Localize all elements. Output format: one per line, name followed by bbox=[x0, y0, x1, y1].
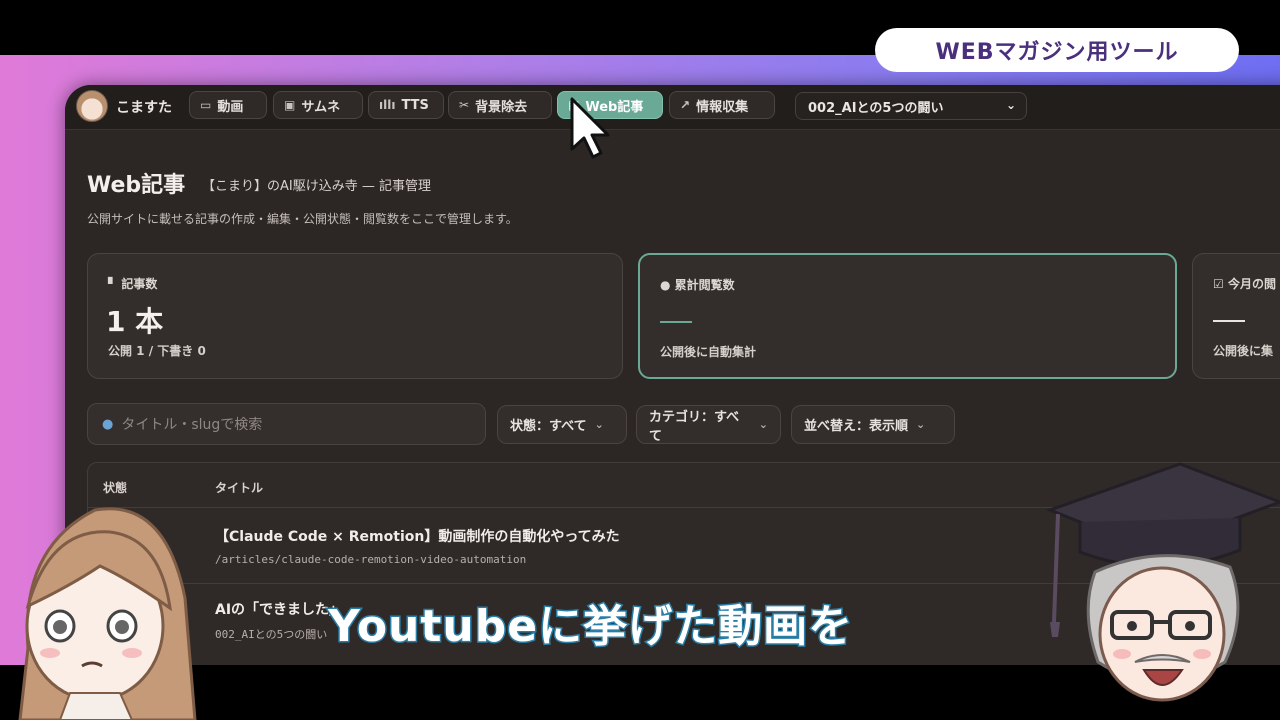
mouse-cursor-icon bbox=[570, 97, 610, 159]
search-icon: ● bbox=[102, 416, 114, 432]
chevron-down-icon: ⌄ bbox=[594, 418, 604, 431]
tab-label: 背景除去 bbox=[475, 99, 528, 115]
table-row-slug: /articles/claude-code-remotion-video-aut… bbox=[215, 553, 527, 566]
stat-card-total-views: ● 累計閲覧数 公開後に自動集計 bbox=[638, 253, 1177, 379]
overlay-badge: WEBマガジン用ツール bbox=[875, 28, 1239, 72]
stat-card-sub: 公開後に集 bbox=[1213, 344, 1274, 358]
stat-card-monthly-views: ☑ 今月の閲 公開後に集 bbox=[1192, 253, 1280, 379]
avatar[interactable] bbox=[76, 90, 108, 122]
table-row-slug: 002_AIとの5つの闘い bbox=[215, 628, 328, 641]
page-description: 公開サイトに載せる記事の作成・編集・公開状態・閲覧数をここで管理します。 bbox=[87, 212, 518, 226]
filter-status[interactable]: 状態：すべて ⌄ bbox=[497, 405, 627, 444]
checkbox-icon: ☑ bbox=[1213, 277, 1224, 291]
search-placeholder: タイトル・slugで検索 bbox=[121, 417, 263, 433]
page-subtitle: 【こまり】のAI駆け込み寺 — 記事管理 bbox=[202, 179, 431, 194]
clapper-icon: ▭ bbox=[200, 98, 212, 112]
table-header-title: タイトル bbox=[215, 481, 264, 495]
tab-info-collection[interactable]: ↗ 情報収集 bbox=[669, 91, 775, 119]
project-select[interactable]: 002_AIとの5つの闘い ⌄ bbox=[795, 92, 1027, 120]
chevron-down-icon: ⌄ bbox=[1005, 98, 1016, 112]
filter-label: 並べ替え：表示順 bbox=[804, 419, 909, 434]
filter-label: カテゴリ：すべて bbox=[649, 409, 740, 444]
stat-card-value bbox=[1213, 320, 1245, 322]
stat-card-value bbox=[660, 321, 692, 323]
eye-icon: ● bbox=[660, 278, 671, 292]
image-icon: ▣ bbox=[284, 98, 296, 112]
stat-card-label: ☑ 今月の閲 bbox=[1213, 277, 1276, 291]
scissors-icon: ✂ bbox=[459, 98, 470, 112]
tab-label: TTS bbox=[401, 97, 429, 113]
document-icon: ▘ bbox=[108, 277, 118, 291]
professor-character-illustration bbox=[1045, 462, 1280, 702]
trend-icon: ↗ bbox=[680, 98, 691, 112]
page-title: Web記事 bbox=[87, 173, 186, 198]
tab-background-removal[interactable]: ✂ 背景除去 bbox=[448, 91, 552, 119]
tab-label: 情報収集 bbox=[696, 99, 749, 115]
filter-label: 状態：すべて bbox=[510, 419, 587, 434]
top-navigation-bar: こますた ▭ 動画 ▣ サムネ ıllı TTS ✂ 背景除去 ▤ Web記事 … bbox=[65, 85, 1280, 130]
girl-character-illustration bbox=[18, 507, 197, 720]
tab-label: サムネ bbox=[301, 99, 341, 115]
user-name: こますた bbox=[116, 100, 172, 116]
tab-video[interactable]: ▭ 動画 bbox=[189, 91, 267, 119]
tab-label: 動画 bbox=[217, 99, 244, 115]
chevron-down-icon: ⌄ bbox=[916, 418, 926, 431]
stat-card-label: ▘ 記事数 bbox=[108, 277, 158, 291]
table-row-title[interactable]: 【Claude Code × Remotion】動画制作の自動化やってみた bbox=[215, 526, 620, 546]
filter-sort[interactable]: 並べ替え：表示順 ⌄ bbox=[791, 405, 955, 444]
filter-category[interactable]: カテゴリ：すべて ⌄ bbox=[636, 405, 781, 444]
stat-card-article-count: ▘ 記事数 1 本 公開 1 / 下書き 0 bbox=[87, 253, 623, 379]
subtitle-caption: Youtubeに挙げた動画を bbox=[326, 600, 854, 654]
project-select-value: 002_AIとの5つの闘い bbox=[808, 100, 944, 116]
chevron-down-icon: ⌄ bbox=[758, 418, 768, 431]
stat-card-value: 1 本 bbox=[106, 305, 164, 338]
table-row-title[interactable]: AIの「できました」 bbox=[215, 599, 343, 619]
stat-card-sub: 公開後に自動集計 bbox=[660, 345, 757, 359]
search-input[interactable]: ● タイトル・slugで検索 bbox=[87, 403, 486, 445]
stat-card-label: ● 累計閲覧数 bbox=[660, 278, 735, 292]
waveform-icon: ıllı bbox=[379, 98, 396, 112]
tab-thumbnail[interactable]: ▣ サムネ bbox=[273, 91, 363, 119]
tab-tts[interactable]: ıllı TTS bbox=[368, 91, 444, 119]
stat-card-sub: 公開 1 / 下書き 0 bbox=[108, 344, 206, 358]
